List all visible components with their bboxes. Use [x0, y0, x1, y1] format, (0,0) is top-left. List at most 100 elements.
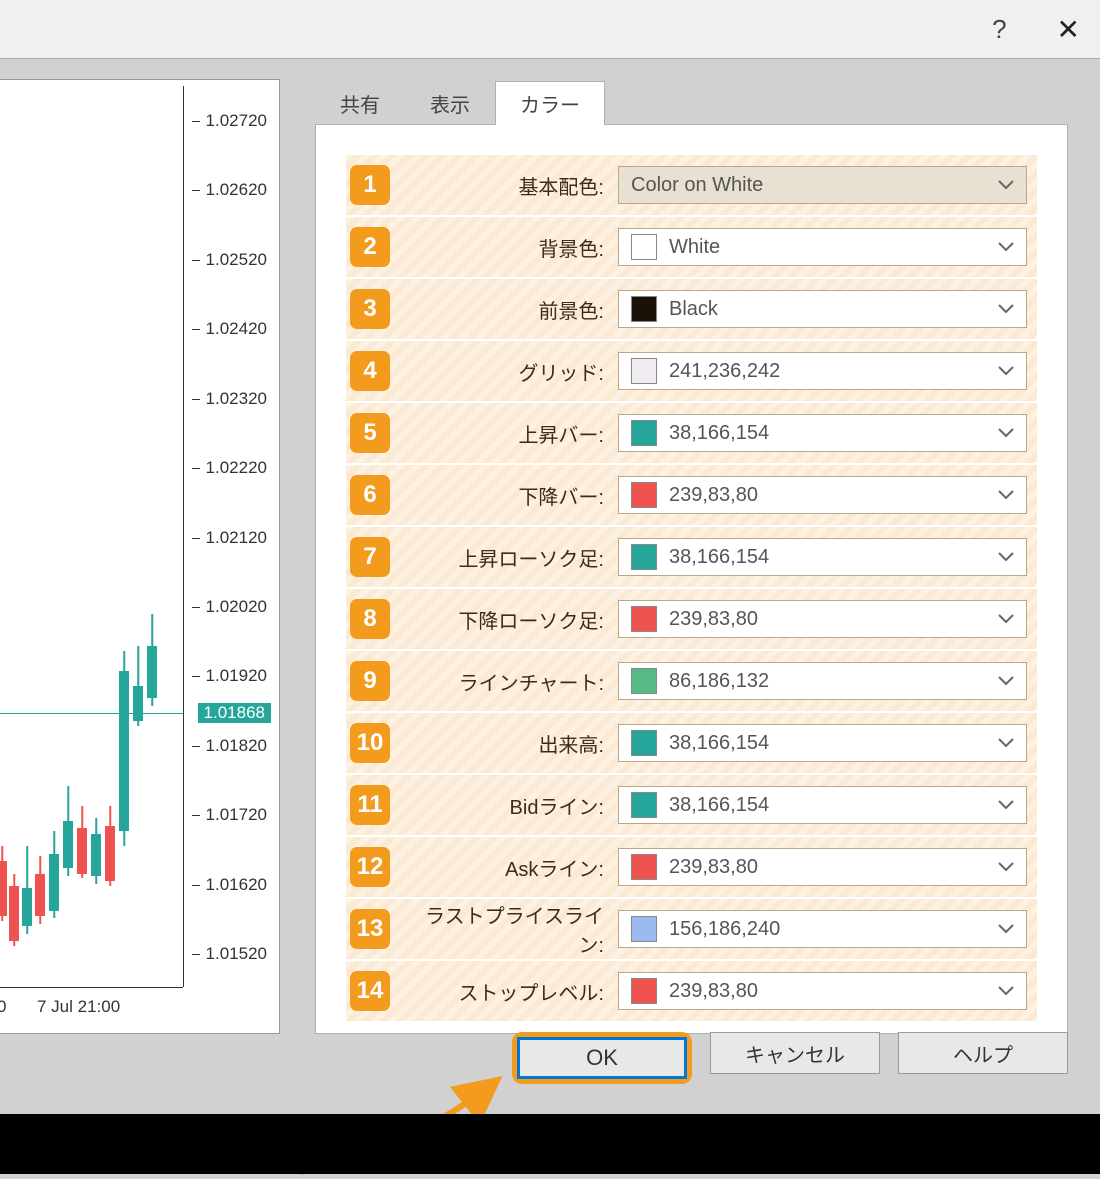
color-row-label: ラインチャート:: [404, 667, 604, 696]
color-picker-dropdown[interactable]: 239,83,80: [618, 848, 1027, 886]
color-row-label: Askライン:: [404, 853, 604, 882]
color-swatch: [631, 854, 657, 880]
color-row-label: 前景色:: [404, 295, 604, 324]
color-row-label: 下降バー:: [404, 481, 604, 510]
color-swatch: [631, 420, 657, 446]
annotation-badge: 3: [350, 289, 390, 329]
color-picker-dropdown[interactable]: Black: [618, 290, 1027, 328]
help-icon[interactable]: ?: [992, 14, 1006, 45]
color-value-text: 239,83,80: [669, 484, 758, 507]
price-tick: 1.01720: [206, 805, 267, 825]
color-row-7: 7 上昇ローソク足: 38,166,154: [346, 527, 1037, 587]
page-footer-strip: [0, 1114, 1100, 1174]
tab-color[interactable]: カラー: [495, 81, 605, 125]
color-row-label: 出来高:: [404, 729, 604, 758]
color-row-label: ストップレベル:: [404, 977, 604, 1006]
color-value-text: 156,186,240: [669, 918, 780, 941]
color-row-9: 9ラインチャート:86,186,132: [346, 651, 1037, 711]
color-row-14: 14ストップレベル:239,83,80: [346, 961, 1037, 1021]
price-tick: 1.01820: [206, 736, 267, 756]
color-picker-dropdown[interactable]: 38,166,154: [618, 724, 1027, 762]
color-row-5: 5上昇バー:38,166,154: [346, 403, 1037, 463]
tab-strip: 共有表示カラー: [315, 81, 605, 125]
chevron-down-icon: [998, 800, 1014, 810]
color-value-text: White: [669, 236, 720, 259]
annotation-badge: 7: [350, 537, 390, 577]
color-swatch: [631, 606, 657, 632]
price-tick: 1.02720: [206, 111, 267, 131]
color-swatch: [631, 730, 657, 756]
color-value-text: 86,186,132: [669, 670, 769, 693]
ok-button[interactable]: OK: [517, 1037, 687, 1079]
window-titlebar: ? ✕: [0, 0, 1100, 58]
price-tick: 1.02120: [206, 528, 267, 548]
chart-preview: 1.027201.026201.025201.024201.023201.022…: [0, 79, 280, 1034]
annotation-badge: 11: [350, 785, 390, 825]
chevron-down-icon: [998, 366, 1014, 376]
color-picker-dropdown[interactable]: 156,186,240: [618, 910, 1027, 948]
chevron-down-icon: [998, 924, 1014, 934]
annotation-badge: 8: [350, 599, 390, 639]
color-row-11: 11 Bidライン: 38,166,154: [346, 775, 1037, 835]
color-swatch: [631, 668, 657, 694]
ok-button-highlight: OK: [512, 1032, 692, 1084]
annotation-badge: 1: [350, 165, 390, 205]
dialog-body: 1.027201.026201.025201.024201.023201.022…: [0, 58, 1100, 1174]
color-row-6: 6下降バー:239,83,80: [346, 465, 1037, 525]
color-picker-dropdown[interactable]: 239,83,80: [618, 600, 1027, 638]
color-row-10: 10出来高:38,166,154: [346, 713, 1037, 773]
chevron-down-icon: [998, 676, 1014, 686]
tab-display[interactable]: 表示: [405, 81, 495, 125]
color-swatch: [631, 296, 657, 322]
color-row-13: 13ラストプライスライン:156,186,240: [346, 899, 1037, 959]
color-swatch: [631, 792, 657, 818]
color-picker-dropdown[interactable]: 38,166,154: [618, 414, 1027, 452]
price-tick: 1.02420: [206, 319, 267, 339]
color-picker-dropdown[interactable]: Color on White: [618, 166, 1027, 204]
color-row-label: Bidライン:: [404, 791, 604, 820]
chevron-down-icon: [998, 614, 1014, 624]
chevron-down-icon: [998, 304, 1014, 314]
color-row-label: 上昇ローソク足:: [404, 543, 604, 572]
color-value-text: 239,83,80: [669, 608, 758, 631]
color-picker-dropdown[interactable]: White: [618, 228, 1027, 266]
color-picker-dropdown[interactable]: 38,166,154: [618, 538, 1027, 576]
help-button[interactable]: ヘルプ: [898, 1032, 1068, 1074]
dialog-footer: OK キャンセル ヘルプ: [315, 1032, 1068, 1084]
close-icon[interactable]: ✕: [1057, 13, 1080, 46]
price-tick: 1.02620: [206, 180, 267, 200]
color-row-12: 12Askライン:239,83,80: [346, 837, 1037, 897]
color-row-2: 2 背景色: White: [346, 217, 1037, 277]
color-picker-dropdown[interactable]: 241,236,242: [618, 352, 1027, 390]
color-row-label: 背景色:: [404, 233, 604, 262]
price-tick: 1.02520: [206, 250, 267, 270]
color-value-text: Color on White: [631, 174, 763, 197]
price-axis: 1.027201.026201.025201.024201.023201.022…: [183, 86, 273, 987]
color-value-text: 38,166,154: [669, 794, 769, 817]
chevron-down-icon: [998, 986, 1014, 996]
annotation-badge: 5: [350, 413, 390, 453]
color-row-1: 1基本配色:Color on White: [346, 155, 1037, 215]
annotation-badge: 2: [350, 227, 390, 267]
color-row-8: 8 下降ローソク足: 239,83,80: [346, 589, 1037, 649]
price-tick: 1.01520: [206, 944, 267, 964]
color-settings-panel: 1基本配色:Color on White 2 背景色: White 3 前景色: Black…: [315, 124, 1068, 1034]
color-swatch: [631, 482, 657, 508]
color-row-label: 下降ローソク足:: [404, 605, 604, 634]
color-value-text: Black: [669, 298, 718, 321]
color-value-text: 241,236,242: [669, 360, 780, 383]
price-tick: 1.02020: [206, 597, 267, 617]
color-picker-dropdown[interactable]: 86,186,132: [618, 662, 1027, 700]
price-tick: 1.01920: [206, 666, 267, 686]
cancel-button[interactable]: キャンセル: [710, 1032, 880, 1074]
color-picker-dropdown[interactable]: 38,166,154: [618, 786, 1027, 824]
time-axis: 07 Jul 21:00: [0, 987, 183, 1027]
color-picker-dropdown[interactable]: 239,83,80: [618, 476, 1027, 514]
color-value-text: 38,166,154: [669, 422, 769, 445]
color-picker-dropdown[interactable]: 239,83,80: [618, 972, 1027, 1010]
tab-share[interactable]: 共有: [315, 81, 405, 125]
chevron-down-icon: [998, 862, 1014, 872]
color-swatch: [631, 978, 657, 1004]
bid-line: [0, 713, 183, 714]
chevron-down-icon: [998, 180, 1014, 190]
